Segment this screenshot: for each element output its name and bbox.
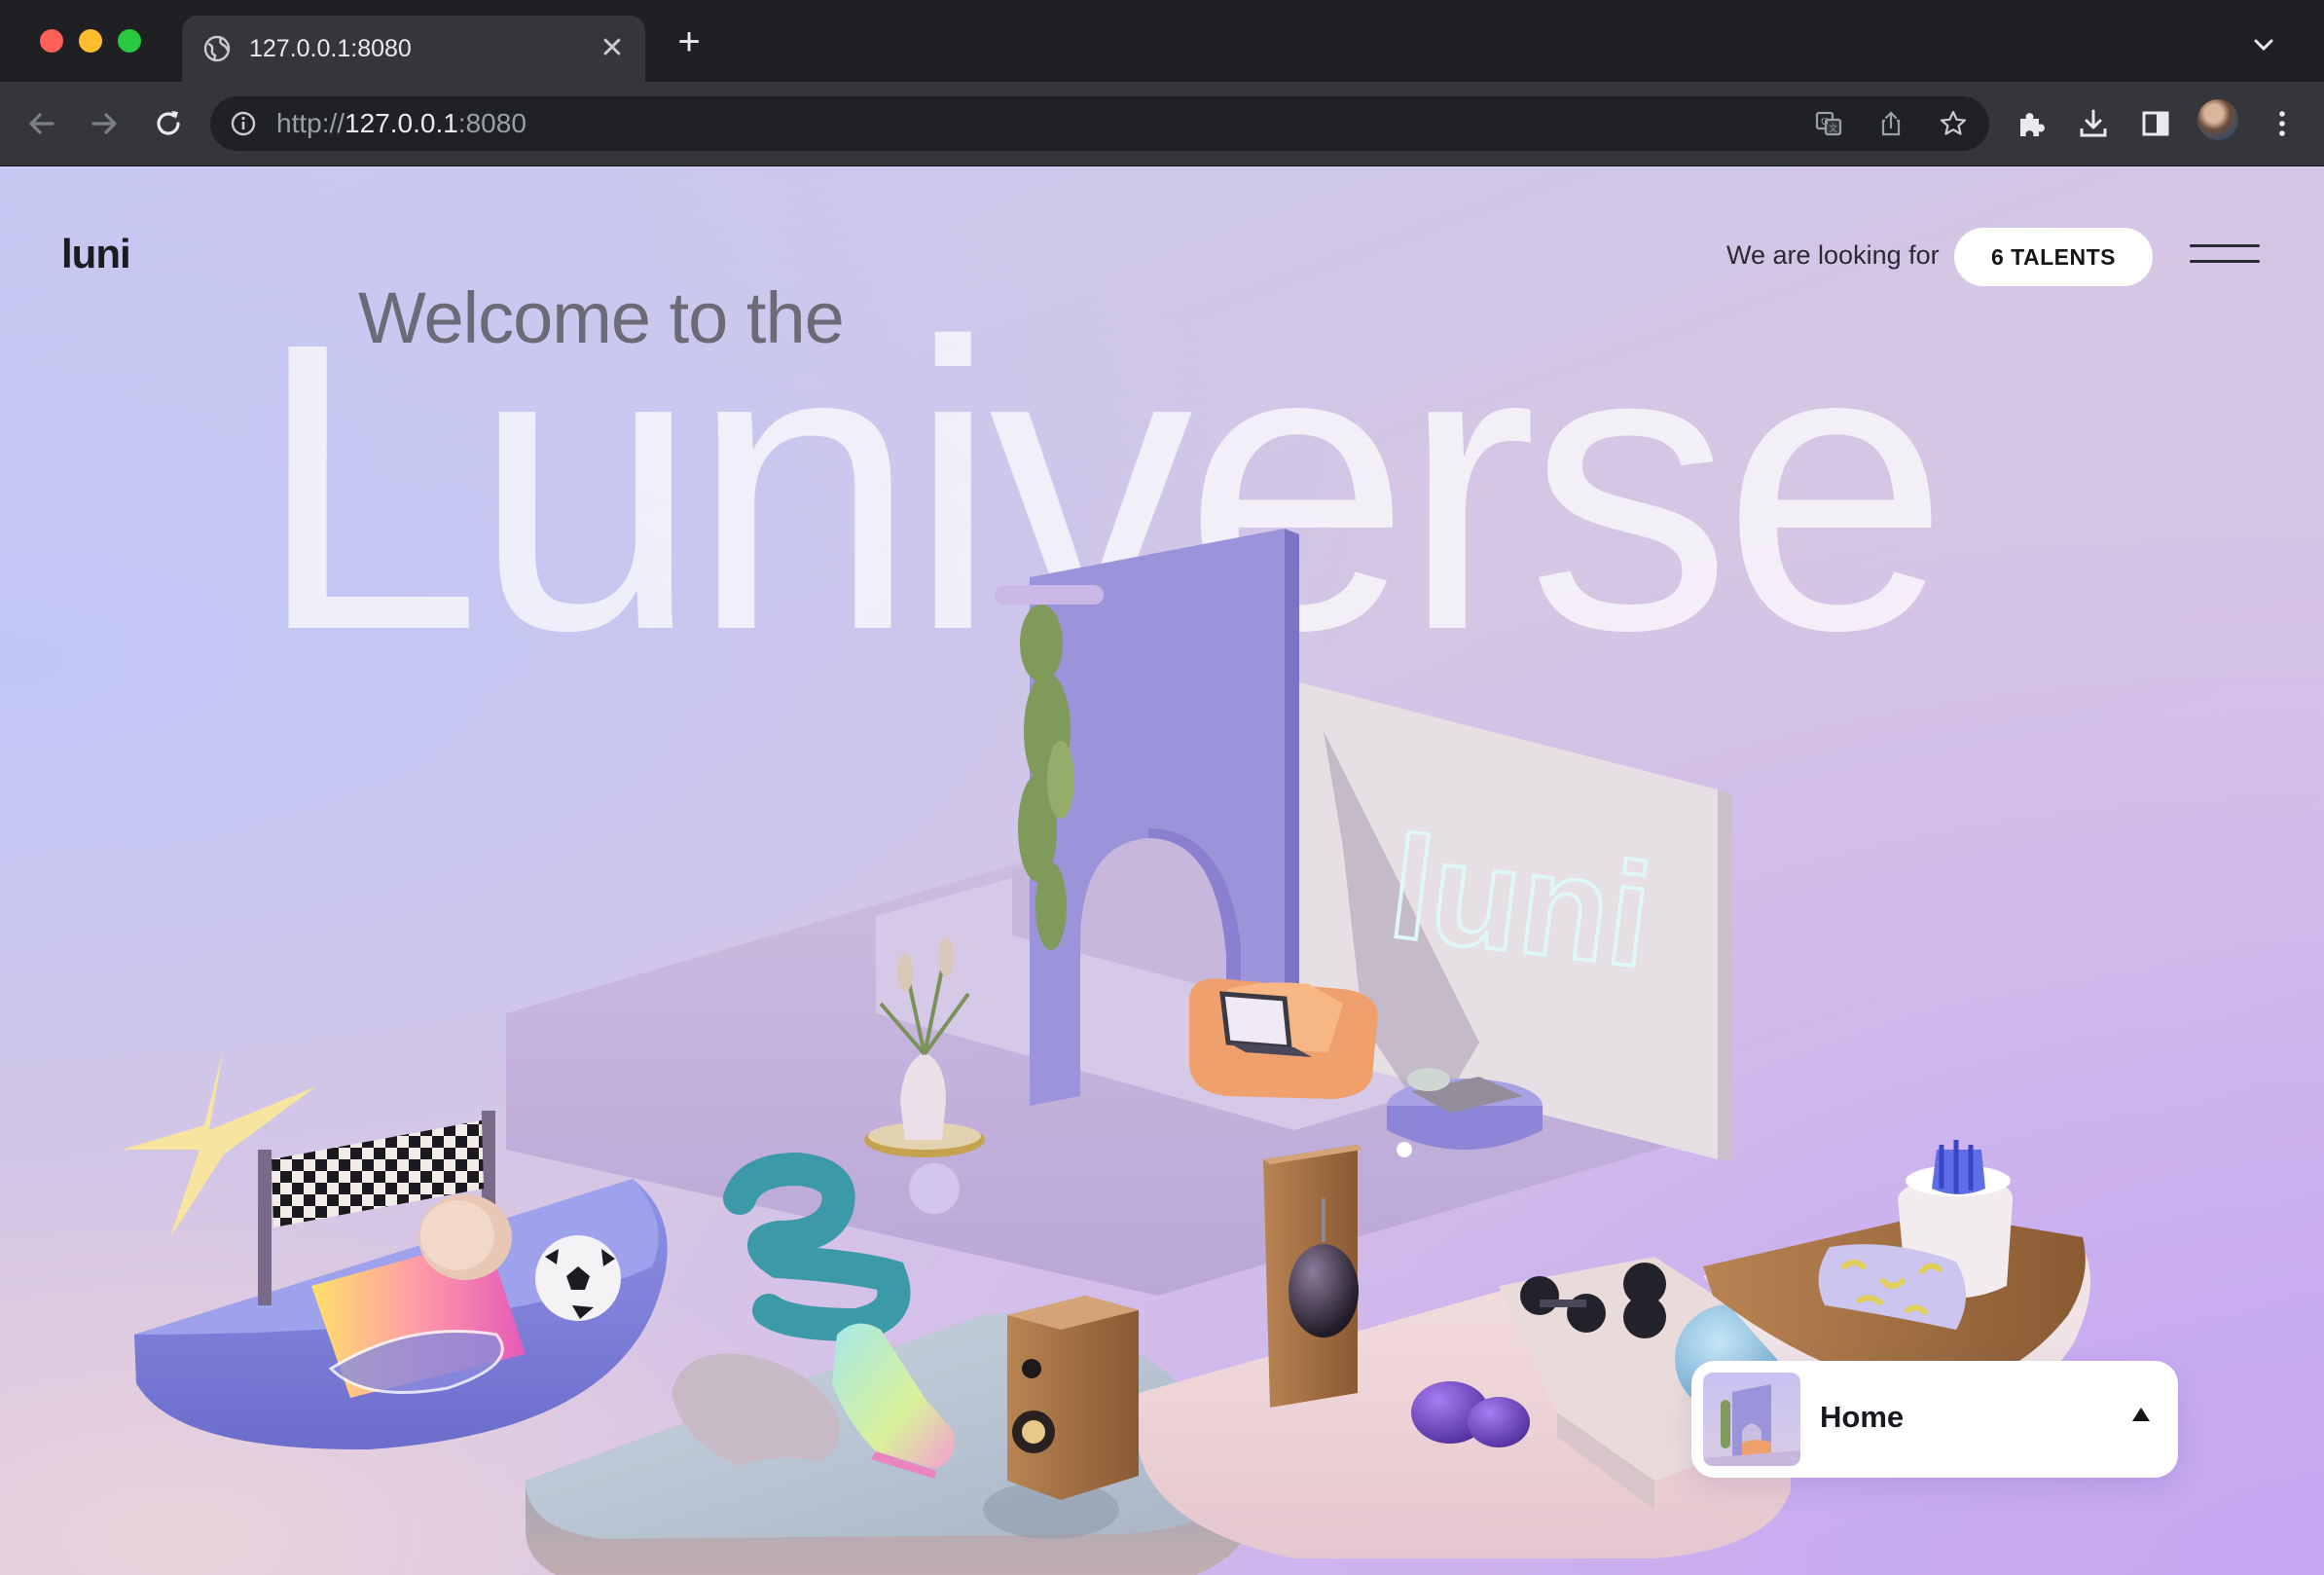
maximize-window-button[interactable] <box>118 29 141 53</box>
browser-toolbar: http://127.0.0.1:8080 G 文 <box>0 82 2324 166</box>
back-icon[interactable] <box>21 103 62 144</box>
more-icon[interactable] <box>2266 107 2299 140</box>
caret-up-icon[interactable] <box>2131 1406 2151 1423</box>
star-icon[interactable] <box>1939 109 1968 138</box>
menu-button[interactable] <box>2190 240 2260 272</box>
url-port: :8080 <box>457 108 527 138</box>
svg-text:G: G <box>1821 117 1829 128</box>
menu-line-top <box>2190 244 2260 247</box>
share-icon[interactable] <box>1876 109 1906 138</box>
menu-line-bottom <box>2190 260 2260 263</box>
globe-icon <box>203 35 231 62</box>
page-viewport: Luniverse Welcome to the luni luni We ar… <box>0 166 2324 1575</box>
forward-icon[interactable] <box>84 103 125 144</box>
extensions-icon[interactable] <box>2015 107 2048 140</box>
browser-tab[interactable]: 127.0.0.1:8080 ✕ <box>182 16 645 82</box>
side-panel-icon[interactable] <box>2139 107 2172 140</box>
browser-tab-bar: 127.0.0.1:8080 ✕ + <box>0 0 2324 82</box>
looking-for-text: We are looking for <box>1726 240 1940 270</box>
neon-sign: luni <box>1382 804 1659 998</box>
avatar[interactable] <box>2197 99 2238 140</box>
chevron-down-icon[interactable] <box>2248 29 2279 60</box>
url-host: 127.0.0.1 <box>345 108 458 138</box>
svg-text:文: 文 <box>1829 123 1837 134</box>
translate-icon[interactable]: G 文 <box>1814 109 1843 138</box>
close-icon[interactable]: ✕ <box>597 33 628 64</box>
minimize-window-button[interactable] <box>79 29 102 53</box>
page-thumbnail <box>1703 1373 1800 1466</box>
address-bar[interactable]: http://127.0.0.1:8080 G 文 <box>210 96 1989 151</box>
close-window-button[interactable] <box>40 29 63 53</box>
reload-icon[interactable] <box>148 103 189 144</box>
talents-button[interactable]: 6 TALENTS <box>1954 228 2153 286</box>
page-selector-label: Home <box>1820 1400 1905 1434</box>
page-selector[interactable]: Home <box>1691 1361 2178 1478</box>
url-scheme: http:// <box>276 108 345 138</box>
download-icon[interactable] <box>2077 107 2110 140</box>
info-icon[interactable] <box>230 110 257 137</box>
plus-icon[interactable]: + <box>670 22 708 62</box>
site-logo[interactable]: luni <box>61 231 131 277</box>
url-text: http://127.0.0.1:8080 <box>276 108 527 139</box>
tab-title: 127.0.0.1:8080 <box>249 35 412 62</box>
